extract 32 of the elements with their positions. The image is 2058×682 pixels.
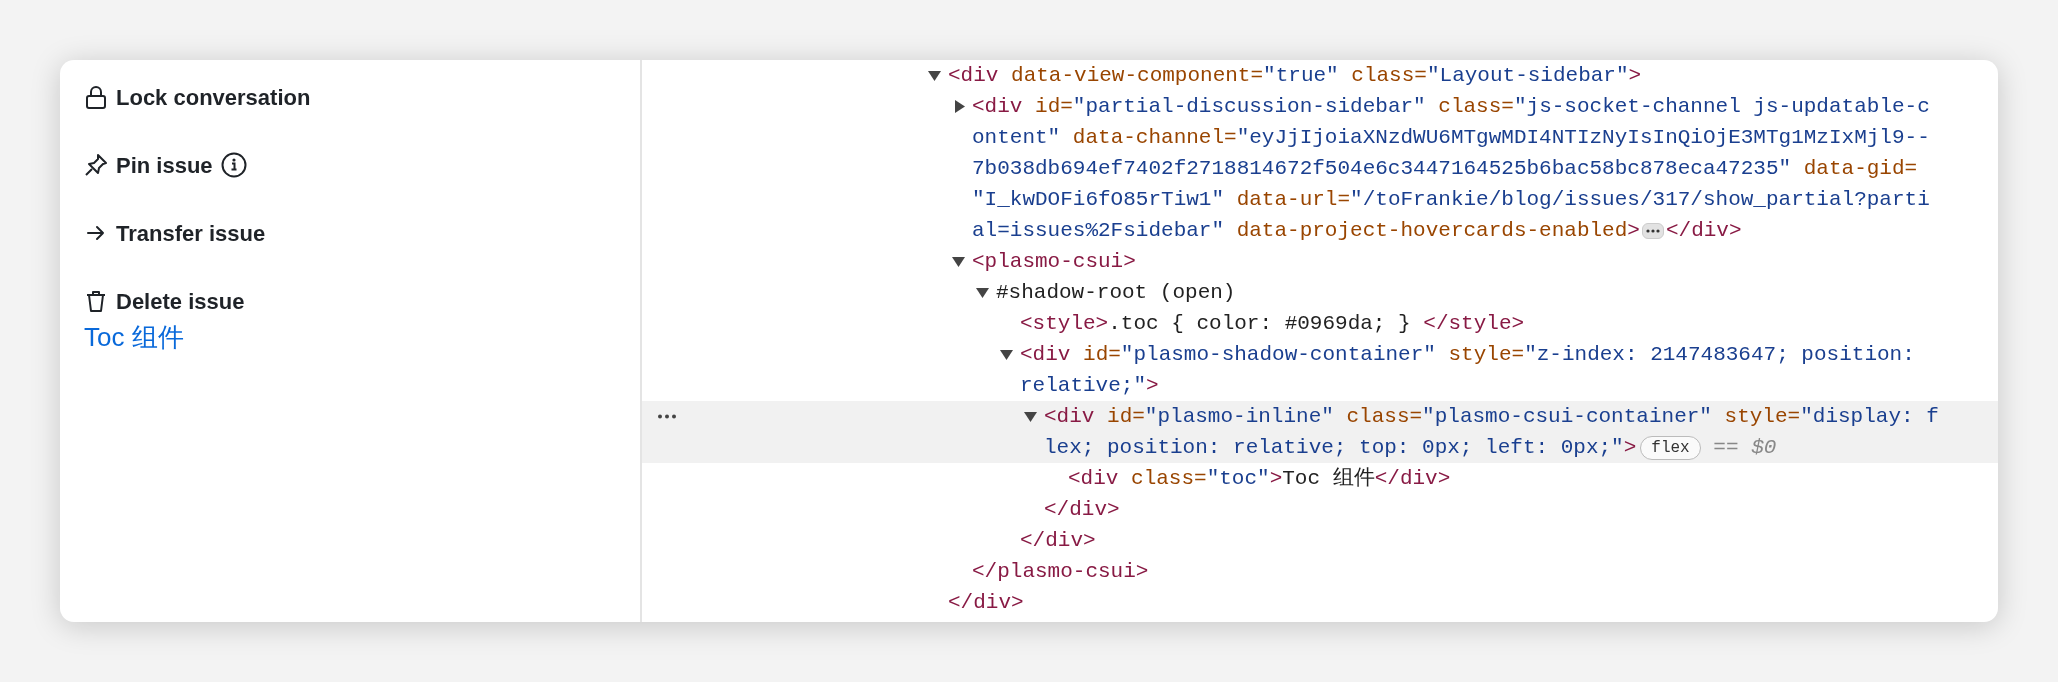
code-line: <style>.toc { color: #0969da; } </style>	[1020, 311, 1525, 337]
code-line: == $0	[1712, 435, 1777, 461]
code-line: lex; position: relative; top: 0px; left: 0px;">	[1044, 435, 1637, 461]
layout-badge[interactable]: flex	[1640, 435, 1701, 460]
code-line: <div class="toc">Toc 组件</div>	[1068, 466, 1451, 492]
trash-icon	[84, 289, 108, 313]
code-line: <div id="plasmo-inline" class="plasmo-csui-container" style="display: f	[1044, 404, 1939, 430]
code-line: <div data-view-component="true" class="Layout-sidebar">	[948, 63, 1642, 89]
toc-link[interactable]: Toc 组件	[84, 318, 184, 357]
action-link[interactable]: Transfer issue	[116, 216, 266, 250]
code-line: </div>	[1044, 497, 1120, 523]
code-line: "I_kwDOFi6fO85rTiw1" data-url="/toFrankie/blog/issues/317/show_partial?parti	[972, 187, 1930, 213]
code-line: 7b038db694ef7402f2718814672f504e6c3447164525b6bac58bc878eca47235" data-gid=	[972, 156, 1918, 182]
code-line: relative;">	[1020, 373, 1159, 399]
info-icon[interactable]	[220, 152, 247, 178]
code-line: #shadow-root (open)	[996, 280, 1236, 306]
code-line: ontent" data-channel="eyJjIjoiaXNzdWU6MTgwMDI4NTIzNyIsInQiOjE3MTg1MzIxMjl9--	[972, 125, 1930, 151]
ellipsis-button[interactable]	[1641, 222, 1664, 239]
lock-button[interactable]: Lock conversation	[116, 80, 311, 114]
action-link[interactable]: Delete issue	[116, 284, 245, 318]
code-line: </div>	[1665, 218, 1742, 244]
code-line: </div>	[948, 590, 1024, 616]
pin-icon	[84, 153, 108, 177]
code-line: al=issues%2Fsidebar" data-project-hovercards-enabled>	[972, 218, 1640, 244]
code-line: <div id="partial-discussion-sidebar" class="js-socket-channel js-updatable-c	[972, 94, 1930, 120]
code-line: <div id="plasmo-shadow-container" style="z-index: 2147483647; position:	[1020, 342, 1915, 368]
code-line: </plasmo-csui>	[972, 559, 1149, 585]
ellipsis-icon	[1645, 228, 1660, 233]
action-link[interactable]: Pin issue	[116, 148, 213, 182]
code-line: <plasmo-csui>	[972, 249, 1136, 275]
code-line: </div>	[1020, 528, 1096, 554]
lock-icon	[84, 85, 108, 109]
